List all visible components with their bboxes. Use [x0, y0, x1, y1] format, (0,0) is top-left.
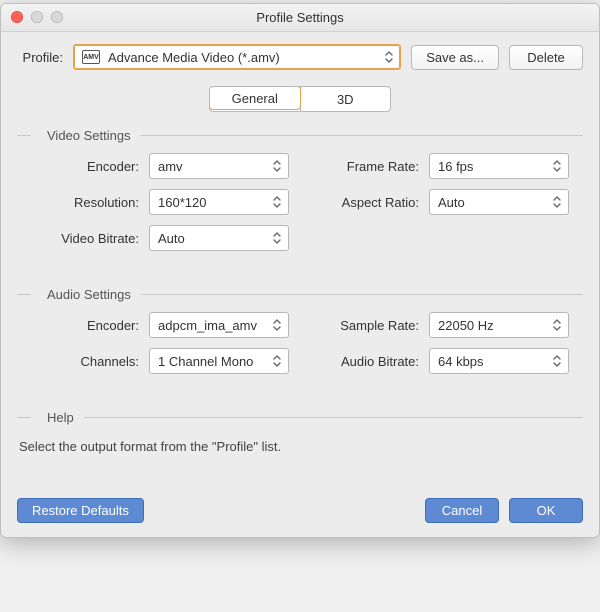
ok-button[interactable]: OK [509, 498, 583, 523]
video-encoder-select[interactable]: amv [149, 153, 289, 179]
video-settings-label: Video Settings [41, 128, 131, 143]
aspect-ratio-select[interactable]: Auto [429, 189, 569, 215]
chevron-down-icon [272, 160, 282, 172]
profile-select[interactable]: AMV Advance Media Video (*.amv) [73, 44, 401, 70]
chevron-down-icon [272, 232, 282, 244]
profile-label: Profile: [17, 50, 63, 65]
audio-bitrate-select[interactable]: 64 kbps [429, 348, 569, 374]
resolution-label: Resolution: [21, 195, 139, 210]
chevron-down-icon [272, 319, 282, 331]
tab-general[interactable]: General [209, 86, 301, 110]
sample-rate-select[interactable]: 22050 Hz [429, 312, 569, 338]
audio-bitrate-label: Audio Bitrate: [299, 354, 419, 369]
help-label: Help [41, 410, 74, 425]
video-encoder-label: Encoder: [21, 159, 139, 174]
help-group: Help Select the output format from the "… [17, 410, 583, 454]
tab-bar: General 3D [209, 86, 391, 112]
audio-encoder-label: Encoder: [21, 318, 139, 333]
chevron-down-icon [552, 160, 562, 172]
window-traffic-lights [11, 11, 63, 23]
video-settings-header: Video Settings [17, 128, 583, 143]
save-as-button[interactable]: Save as... [411, 45, 499, 70]
help-header: Help [17, 410, 583, 425]
cancel-button[interactable]: Cancel [425, 498, 499, 523]
profile-settings-window: Profile Settings Profile: AMV Advance Me… [0, 3, 600, 538]
audio-settings-group: Audio Settings Encoder: adpcm_ima_amv Sa… [17, 287, 583, 374]
frame-rate-select[interactable]: 16 fps [429, 153, 569, 179]
profile-format-icon: AMV [82, 50, 100, 64]
chevron-down-icon [552, 319, 562, 331]
frame-rate-label: Frame Rate: [299, 159, 419, 174]
restore-defaults-button[interactable]: Restore Defaults [17, 498, 144, 523]
delete-button[interactable]: Delete [509, 45, 583, 70]
channels-label: Channels: [21, 354, 139, 369]
aspect-ratio-label: Aspect Ratio: [299, 195, 419, 210]
video-bitrate-label: Video Bitrate: [21, 231, 139, 246]
profile-row: Profile: AMV Advance Media Video (*.amv)… [17, 44, 583, 70]
tab-3d[interactable]: 3D [300, 87, 391, 111]
video-bitrate-select[interactable]: Auto [149, 225, 289, 251]
sample-rate-label: Sample Rate: [299, 318, 419, 333]
audio-encoder-select[interactable]: adpcm_ima_amv [149, 312, 289, 338]
maximize-window-button[interactable] [51, 11, 63, 23]
chevron-down-icon [552, 355, 562, 367]
help-text: Select the output format from the "Profi… [17, 435, 583, 454]
video-settings-group: Video Settings Encoder: amv Frame Rate: … [17, 128, 583, 251]
chevron-down-icon [552, 196, 562, 208]
audio-settings-header: Audio Settings [17, 287, 583, 302]
audio-settings-grid: Encoder: adpcm_ima_amv Sample Rate: 2205… [17, 312, 583, 374]
chevron-down-icon [384, 51, 394, 63]
minimize-window-button[interactable] [31, 11, 43, 23]
titlebar: Profile Settings [1, 4, 599, 32]
channels-select[interactable]: 1 Channel Mono [149, 348, 289, 374]
footer: Restore Defaults Cancel OK [17, 454, 583, 523]
video-settings-grid: Encoder: amv Frame Rate: 16 fps Resoluti… [17, 153, 583, 251]
audio-settings-label: Audio Settings [41, 287, 131, 302]
window-title: Profile Settings [256, 10, 343, 25]
resolution-select[interactable]: 160*120 [149, 189, 289, 215]
profile-value: Advance Media Video (*.amv) [108, 50, 280, 65]
chevron-down-icon [272, 196, 282, 208]
close-window-button[interactable] [11, 11, 23, 23]
content-area: Profile: AMV Advance Media Video (*.amv)… [1, 32, 599, 537]
chevron-down-icon [272, 355, 282, 367]
